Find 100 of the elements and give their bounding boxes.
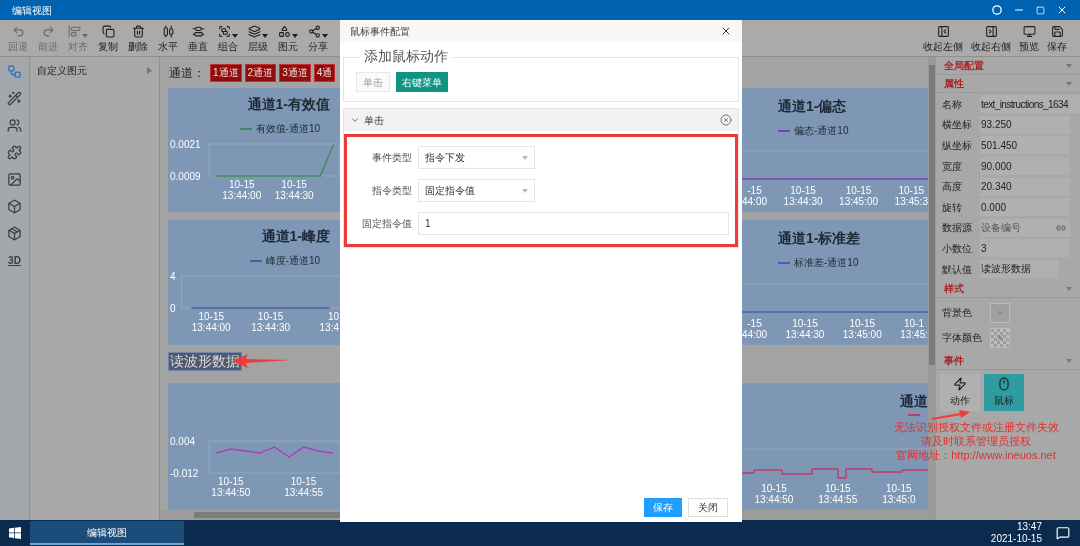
remove-icon[interactable] — [720, 114, 732, 126]
form-label: 事件类型 — [371, 151, 413, 165]
shapes-icon — [278, 25, 291, 38]
channel-button[interactable]: 1通道 — [210, 63, 242, 82]
section-title: 样式 — [944, 282, 964, 297]
legend-swatch — [249, 259, 262, 262]
property-field[interactable]: 0.000 — [980, 198, 1070, 217]
trash-icon — [131, 25, 145, 38]
license-notice: 请及时联系管理员授权 — [921, 434, 1031, 448]
section-title: 全局配置 — [944, 59, 984, 73]
axis-tick-label: 0 — [170, 302, 176, 314]
windows-icon[interactable] — [9, 527, 21, 539]
property-label: 高度 — [942, 180, 963, 195]
property-field[interactable]: 20.340 — [980, 177, 1070, 196]
rail-button[interactable] — [5, 90, 24, 107]
puzzle-icon — [7, 145, 22, 160]
toolbar-button[interactable]: 组合 — [213, 25, 243, 52]
toolbar-button[interactable]: 垂直 — [183, 25, 213, 52]
property-field[interactable]: 93.250 — [980, 115, 1070, 134]
close-icon — [995, 333, 1005, 343]
toolbar-button[interactable]: 删除 — [123, 25, 153, 52]
property-label: 字体颜色 — [942, 331, 983, 346]
axis-tick-label: 10-15 13:45:00 — [842, 318, 882, 342]
property-label: 纵坐标 — [942, 139, 973, 153]
panel-header[interactable]: 单击 — [350, 112, 384, 128]
copy-icon — [101, 25, 115, 38]
package-icon — [7, 226, 22, 241]
toolbar-button[interactable]: 收起左侧 — [921, 25, 965, 52]
axis-tick-label: 0.0009 — [170, 170, 201, 182]
toolbar-button[interactable]: 图元 — [273, 25, 303, 52]
rail-button[interactable] — [5, 144, 24, 161]
legend-label: 峰度-通道10 — [265, 254, 320, 268]
align-icon — [68, 25, 81, 38]
license-notice: 无法识别授权文件或注册文件失效 — [893, 420, 1059, 434]
palette-title[interactable]: 自定义图元 — [37, 63, 87, 78]
dialog-title: 鼠标事件配置 — [350, 24, 410, 39]
taskbar-item[interactable]: 编辑视图 — [30, 521, 184, 545]
axis-tick-label: 10-15 13:44:00 — [191, 311, 231, 333]
circle-icon[interactable] — [992, 5, 1002, 15]
link-icon — [1056, 222, 1066, 233]
maximize-icon[interactable] — [1036, 5, 1045, 15]
toolbar-button[interactable]: 预览 — [1017, 25, 1041, 52]
property-field[interactable]: 90.000 — [980, 157, 1070, 176]
legend-label: 有效值-通道10 — [255, 122, 320, 136]
toolbar-button[interactable]: 层级 — [243, 25, 273, 52]
form-label: 指令类型 — [371, 184, 413, 198]
property-field[interactable]: text_instructions_1634 — [980, 95, 1080, 114]
axis-tick-label: 0.0021 — [170, 138, 201, 150]
vertical-icon — [191, 25, 205, 38]
event-button[interactable]: 动作 — [940, 374, 980, 412]
toolbar-button[interactable]: 复制 — [93, 25, 123, 52]
select-field[interactable]: 指令下发 — [418, 146, 535, 169]
property-field[interactable]: 501.450 — [980, 136, 1070, 155]
axis-tick-label: 10-15 13:44:50 — [754, 483, 794, 507]
close-icon[interactable] — [720, 25, 732, 37]
close-icon[interactable] — [1056, 4, 1068, 16]
property-label: 数据源 — [942, 221, 973, 236]
legend-label: 标准差-通道10 — [794, 256, 859, 270]
property-field[interactable]: 设备编号 — [980, 218, 1052, 237]
axis-tick-label: 10 13:4 — [319, 311, 339, 333]
toolbar-button[interactable]: 保存 — [1045, 25, 1069, 52]
window-title: 编辑视图 — [12, 3, 52, 18]
select-field[interactable]: 固定指令值 — [418, 179, 535, 202]
toolbar-button[interactable]: 水平 — [153, 25, 183, 52]
channel-button[interactable]: 2通道 — [244, 63, 277, 82]
rail-button[interactable] — [5, 117, 24, 134]
rail-button[interactable]: 3D — [5, 252, 24, 269]
channel-button[interactable]: 3通道 — [279, 63, 311, 82]
property-field[interactable]: 3 — [980, 239, 1070, 258]
group-icon — [218, 25, 231, 38]
horizontal-icon — [161, 25, 175, 38]
axis-tick-label: 10-15 13:44:55 — [818, 483, 858, 507]
action-button[interactable]: 右键菜单 — [396, 72, 448, 92]
layers-icon — [248, 25, 261, 38]
color-picker[interactable] — [990, 327, 1010, 348]
rail-button[interactable] — [5, 225, 24, 242]
toolbar-button[interactable]: 收起右侧 — [969, 25, 1013, 52]
color-picker[interactable] — [990, 302, 1010, 323]
caret-icon — [292, 34, 298, 38]
dialog-button[interactable]: 关闭 — [688, 498, 728, 517]
axis-tick-label: 4 — [170, 270, 176, 282]
channel-button[interactable]: 4通 — [313, 63, 336, 82]
axis-tick-label: 10-15 13:44:30 — [251, 311, 291, 333]
axis-tick-label: 10-15 13:44:00 — [222, 179, 262, 201]
axis-tick-label: 10-15 13:45:0 — [882, 483, 916, 507]
section-title: 事件 — [944, 354, 964, 369]
axis-tick-label: -0.012 — [170, 467, 199, 479]
lightning-icon — [953, 377, 967, 392]
event-button[interactable]: 鼠标 — [984, 374, 1024, 412]
notification-icon[interactable] — [1056, 526, 1070, 540]
mouse-icon — [997, 377, 1011, 392]
rail-button[interactable] — [5, 171, 24, 188]
axis-tick-label: 10-15 13:44:30 — [785, 318, 825, 342]
caret-icon — [522, 155, 528, 160]
input-field[interactable]: 1 — [418, 212, 729, 235]
toolbar-button[interactable]: 分享 — [303, 25, 333, 52]
fieldset-legend: 添加鼠标动作 — [360, 48, 452, 64]
axis-tick-label: 10-15 13:44:50 — [211, 476, 251, 498]
property-field[interactable]: 读波形数据 — [980, 260, 1058, 279]
rail-button[interactable] — [5, 198, 24, 215]
